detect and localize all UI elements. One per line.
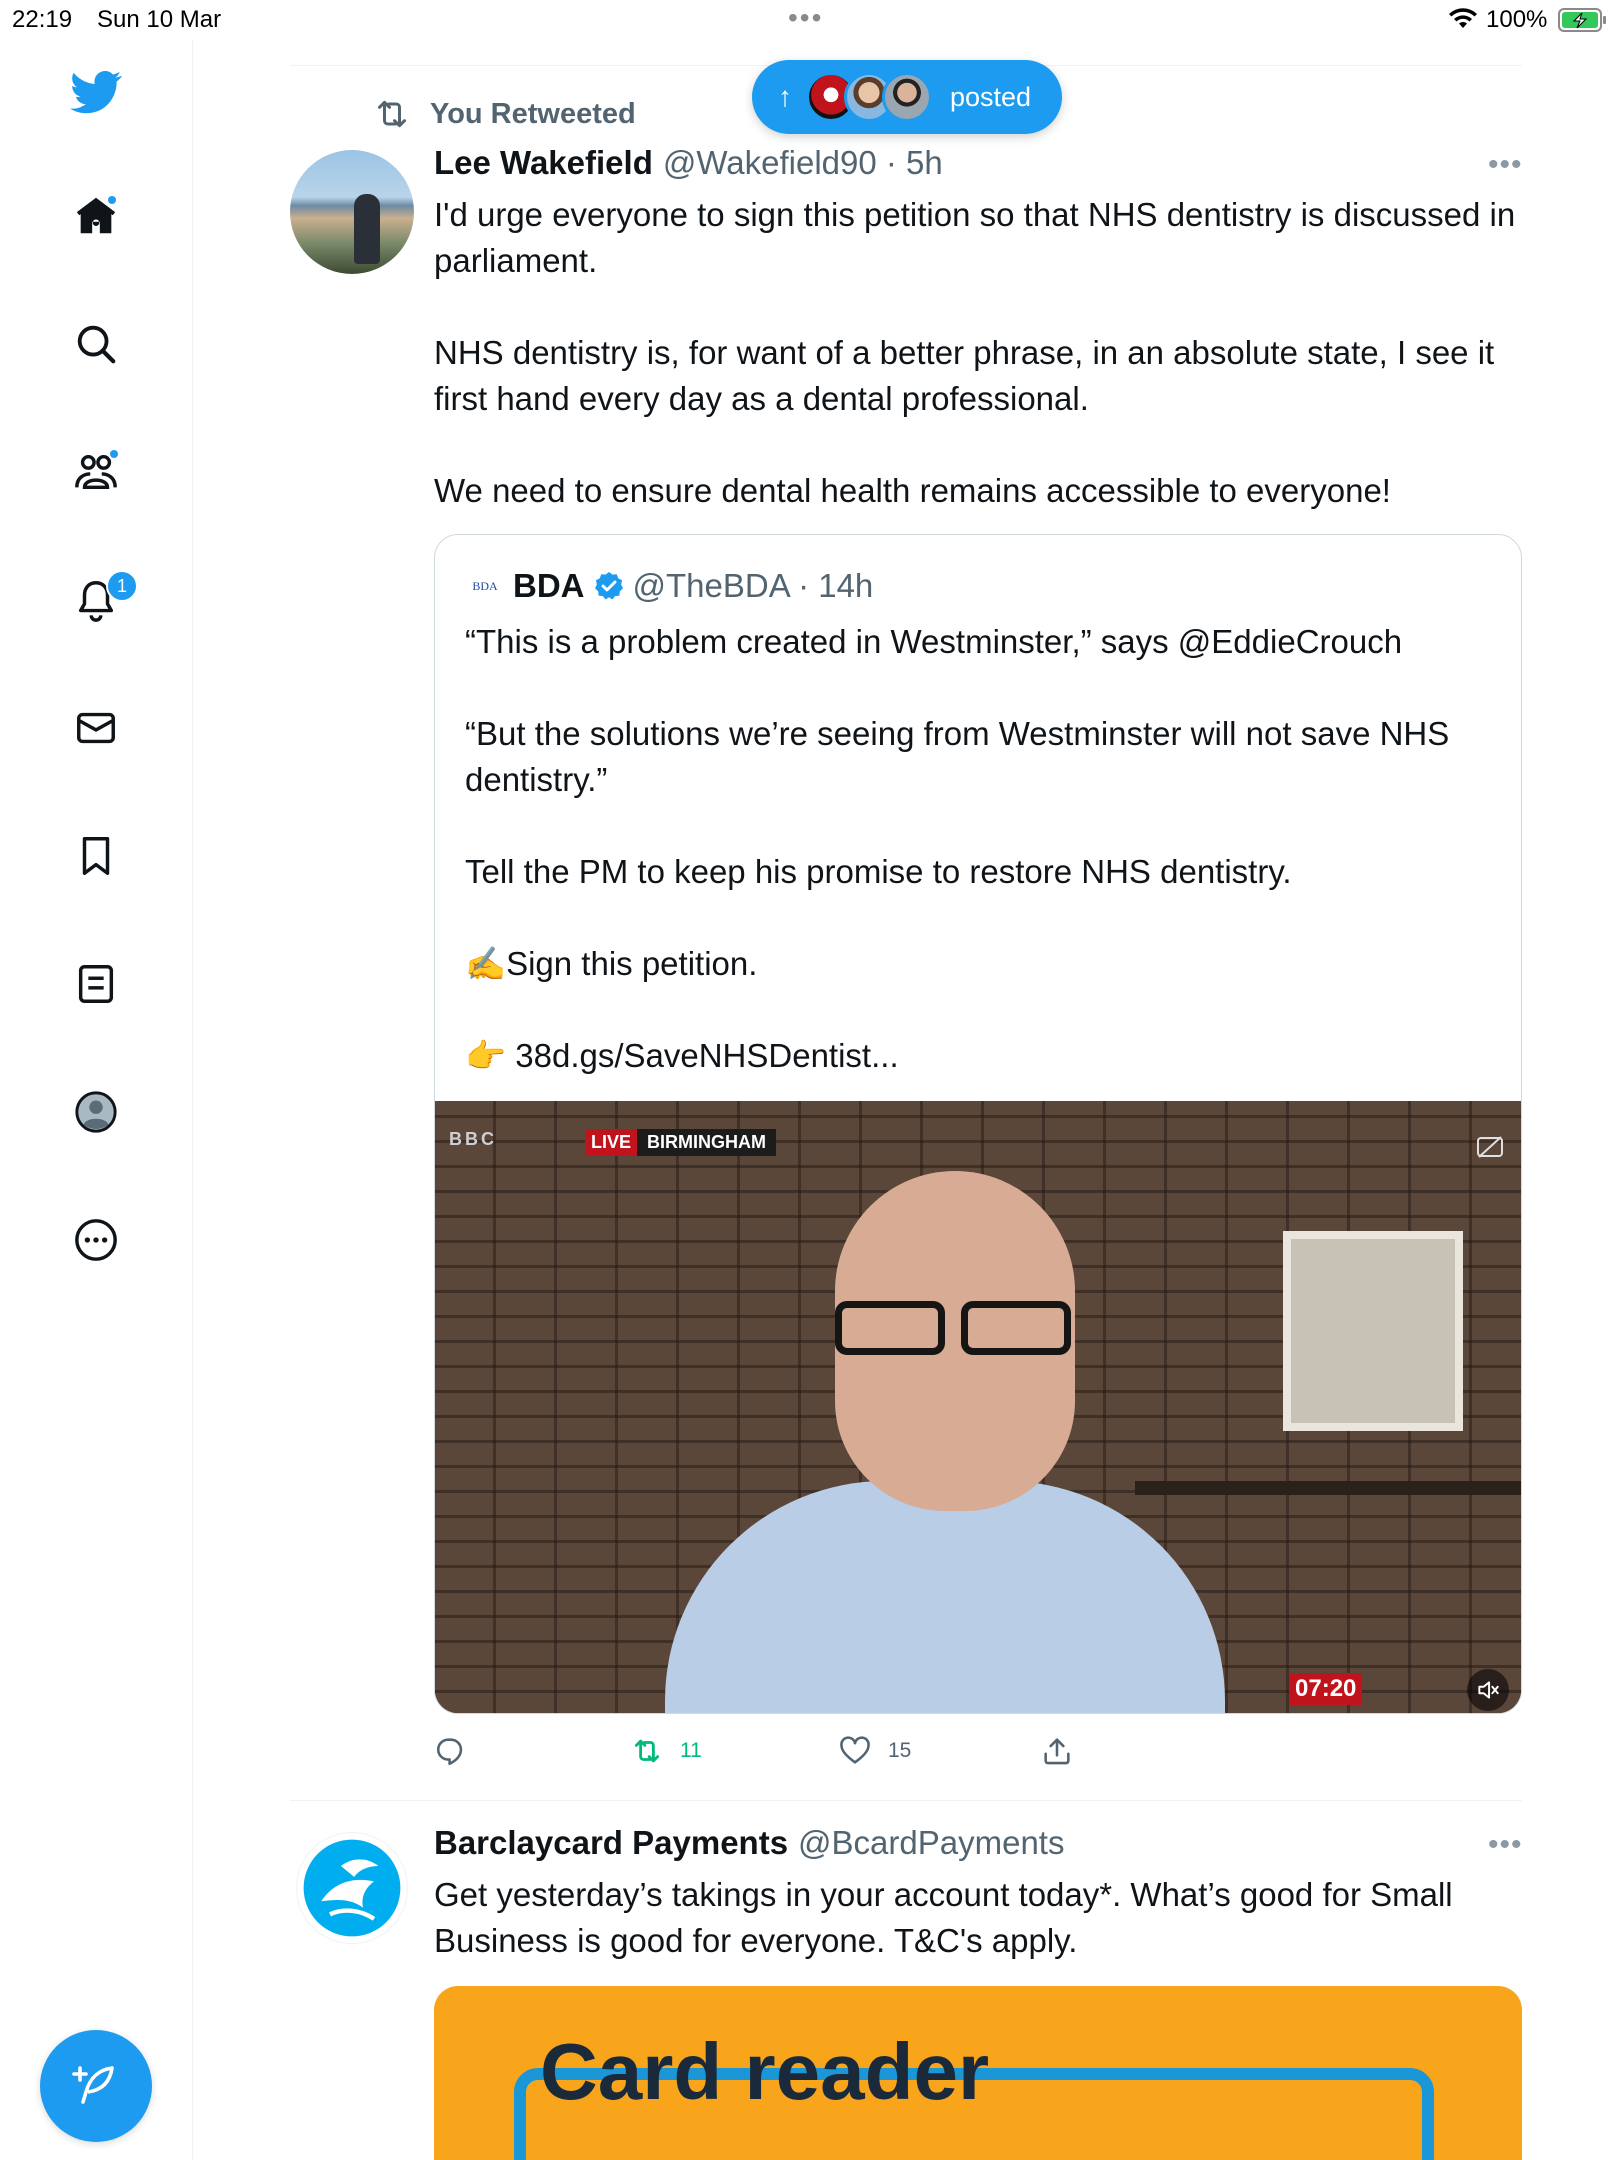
nav-profile[interactable] bbox=[66, 1082, 126, 1142]
video-person-glasses-right bbox=[961, 1301, 1071, 1355]
mail-icon bbox=[77, 712, 115, 744]
tweet-header: Barclaycard Payments @BcardPayments bbox=[434, 1824, 1064, 1862]
retweet-active-icon bbox=[634, 1739, 660, 1763]
video-live-banner: LIVE BIRMINGHAM bbox=[585, 1127, 777, 1157]
retweet-count: 11 bbox=[680, 1739, 702, 1762]
tweet-body: Get yesterday’s takings in your account … bbox=[434, 1876, 1462, 1959]
bda-logo-icon: BDA bbox=[472, 578, 498, 593]
retweet-icon bbox=[378, 100, 406, 128]
wifi-icon bbox=[1449, 8, 1477, 28]
video-person-glasses-left bbox=[835, 1301, 945, 1355]
home-unread-dot bbox=[106, 194, 118, 206]
battery-percentage: 100% bbox=[1486, 6, 1548, 33]
reply-button[interactable] bbox=[434, 1734, 484, 1768]
compose-feather-icon bbox=[72, 2066, 114, 2104]
nav-communities[interactable] bbox=[66, 442, 126, 502]
tweet-body: I'd urge everyone to sign this petition … bbox=[434, 196, 1516, 509]
status-bar: 22:19 Sun 10 Mar ••• 100% bbox=[0, 0, 1620, 40]
like-count: 15 bbox=[888, 1739, 912, 1762]
nav-bookmarks[interactable] bbox=[66, 826, 126, 886]
video-player[interactable]: BBC LIVE BIRMINGHAM 07:20 bbox=[435, 1101, 1521, 1713]
lists-icon bbox=[78, 965, 114, 1003]
bookmark-icon bbox=[82, 837, 110, 875]
video-shelf bbox=[1135, 1481, 1521, 1495]
video-live-label: LIVE bbox=[585, 1128, 638, 1156]
sidebar-nav: 1 bbox=[0, 40, 193, 2160]
retweet-context: You Retweeted bbox=[372, 94, 636, 134]
author-handle[interactable]: @BcardPayments bbox=[798, 1824, 1064, 1862]
tweet-actions: 11 15 bbox=[434, 1734, 1524, 1774]
video-window bbox=[1283, 1231, 1463, 1431]
tweet-header: Lee Wakefield @Wakefield90 · 5h bbox=[434, 144, 943, 182]
verified-badge-icon bbox=[594, 572, 623, 600]
quoted-author-name: BDA bbox=[513, 567, 585, 604]
quoted-tweet-header: BDA BDA @TheBDA · 14h bbox=[469, 567, 873, 605]
author-handle-time[interactable]: @Wakefield90 · 5h bbox=[663, 144, 943, 182]
profile-avatar-icon bbox=[75, 1091, 117, 1133]
tweet-more-options-icon[interactable]: ••• bbox=[1488, 148, 1523, 182]
new-posts-label: posted bbox=[950, 81, 1032, 112]
video-mute-button[interactable] bbox=[1467, 1669, 1509, 1711]
video-location-label: BIRMINGHAM bbox=[637, 1128, 777, 1156]
nav-more[interactable] bbox=[66, 1210, 126, 1270]
retweet-button[interactable]: 11 bbox=[630, 1734, 702, 1768]
captions-off-icon[interactable] bbox=[1475, 1135, 1505, 1159]
battery-charging-icon bbox=[1558, 8, 1606, 32]
avatar-barclaycard-payments[interactable] bbox=[296, 1832, 408, 1944]
new-posts-pill[interactable]: ↑ posted bbox=[752, 60, 1062, 134]
video-duration: 07:20 bbox=[1289, 1673, 1363, 1705]
like-button[interactable]: 15 bbox=[838, 1734, 911, 1768]
new-posts-avatars bbox=[806, 72, 932, 122]
quoted-tweet[interactable]: BDA BDA @TheBDA · 14h “This is a problem… bbox=[434, 534, 1522, 1714]
arrow-up-icon: ↑ bbox=[778, 81, 792, 112]
avatar-figure bbox=[354, 194, 380, 264]
compose-tweet-button[interactable] bbox=[40, 2030, 152, 2142]
barclaycard-eagle-logo-icon bbox=[303, 1839, 401, 1937]
twitter-logo-icon[interactable] bbox=[66, 62, 126, 122]
multitasking-dots-icon[interactable]: ••• bbox=[788, 2, 823, 34]
author-name[interactable]: Lee Wakefield bbox=[434, 144, 653, 182]
heart-icon bbox=[840, 1736, 870, 1764]
share-button[interactable] bbox=[1040, 1734, 1090, 1768]
quoted-tweet-body: “This is a problem created in Westminste… bbox=[465, 623, 1450, 1074]
tweet-more-options-icon[interactable]: ••• bbox=[1488, 1828, 1523, 1862]
nav-notifications[interactable]: 1 bbox=[66, 570, 138, 630]
search-icon bbox=[77, 325, 116, 364]
quoted-author-handle-time: @TheBDA · 14h bbox=[632, 567, 874, 604]
more-circle-icon bbox=[75, 1219, 117, 1261]
speaker-muted-icon bbox=[1478, 1681, 1499, 1699]
author-name[interactable]: Barclaycard Payments bbox=[434, 1824, 788, 1862]
promoted-image-text: Card reader bbox=[540, 2027, 990, 2116]
status-date: Sun 10 Mar bbox=[97, 6, 222, 33]
status-time: 22:19 bbox=[12, 6, 73, 33]
avatar-lee-wakefield[interactable] bbox=[290, 150, 414, 274]
retweet-context-label: You Retweeted bbox=[430, 97, 636, 130]
notification-count-badge: 1 bbox=[106, 570, 138, 602]
reply-icon bbox=[436, 1738, 463, 1766]
tweet-divider bbox=[290, 1800, 1522, 1801]
communities-unread-dot bbox=[108, 448, 120, 460]
nav-lists[interactable] bbox=[66, 954, 126, 1014]
video-channel-logo: BBC bbox=[449, 1129, 497, 1149]
promoted-image[interactable]: Card reader bbox=[434, 1986, 1522, 2160]
avatar bbox=[882, 72, 932, 122]
share-icon bbox=[1044, 1738, 1070, 1765]
nav-messages[interactable] bbox=[66, 698, 126, 758]
nav-home[interactable] bbox=[66, 186, 126, 246]
nav-explore[interactable] bbox=[66, 314, 126, 374]
